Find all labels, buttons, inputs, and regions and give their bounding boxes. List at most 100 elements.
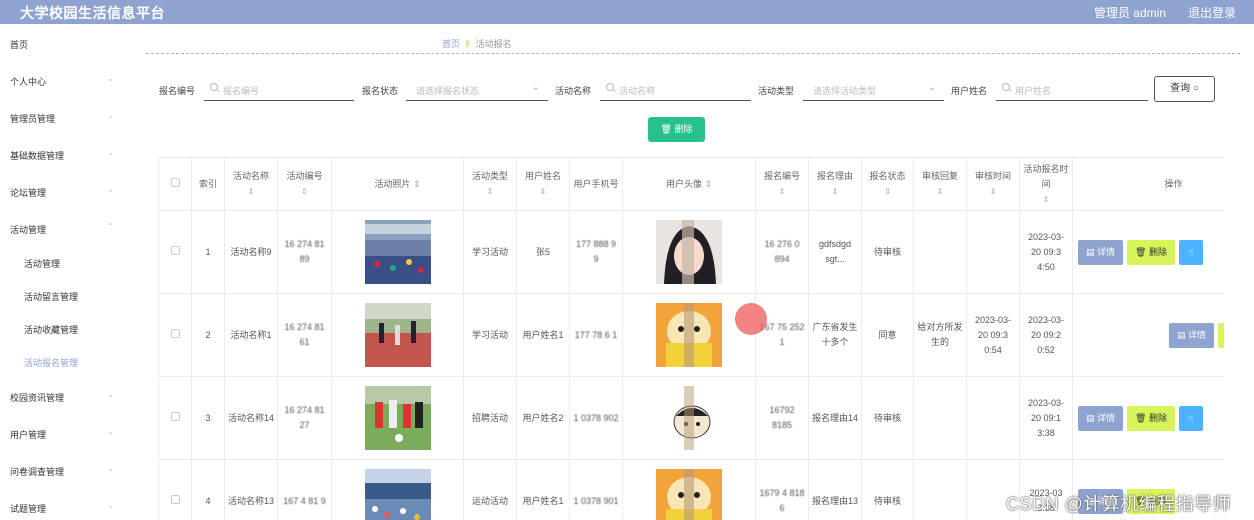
- sort-icon[interactable]: ⇕: [281, 184, 328, 199]
- bulk-delete-button[interactable]: 🗑 删除: [648, 117, 705, 142]
- detail-button[interactable]: ▤ 详情: [1168, 322, 1215, 348]
- sidebar-item-questions[interactable]: 试题管理 ⌄: [0, 498, 128, 518]
- sidebar-item-survey[interactable]: 问卷调查管理 ⌄: [0, 461, 128, 481]
- sidebar-item-activity[interactable]: 活动管理 ⌃: [0, 219, 128, 239]
- activity-photo-image[interactable]: [364, 469, 431, 520]
- signup-status-select[interactable]: 请选择报名状态 ⌄: [406, 78, 548, 101]
- sidebar-item-basic-data[interactable]: 基础数据管理 ⌄: [0, 145, 128, 165]
- sidebar: 首页 个人中心 ⌄ 管理员管理 ⌄ 基础数据管理 ⌄ 论坛管理 ⌄ 活动管理 ⌃ 活动管理…: [0, 24, 128, 520]
- col-signup-time[interactable]: 活动报名时间 ⇕: [1019, 157, 1073, 211]
- chevron-down-icon: ⌄: [531, 82, 540, 93]
- cell-activity-photo: [331, 376, 464, 460]
- cell-activity-name: 活动名称14: [224, 376, 278, 460]
- sidebar-item-admin[interactable]: 管理员管理 ⌄: [0, 108, 128, 128]
- logout-link[interactable]: 退出登录: [1188, 4, 1236, 21]
- col-activity-photo[interactable]: 活动照片 ⇕: [331, 157, 464, 211]
- col-review-time[interactable]: 审核时间 ⇕: [966, 157, 1020, 211]
- cell-index: 1: [191, 210, 225, 294]
- user-avatar-image[interactable]: [656, 469, 722, 520]
- sort-icon[interactable]: ⇕: [520, 184, 566, 199]
- delete-button[interactable]: 🗑 删除: [1127, 239, 1176, 265]
- col-activity-no[interactable]: 活动编号 ⇕: [277, 157, 332, 211]
- activity-name-input[interactable]: 活动名称: [600, 78, 751, 101]
- hand-pointer-button[interactable]: ☝: [1179, 239, 1204, 265]
- watermark: CSDN @计算机编程指导师: [1006, 494, 1232, 514]
- col-signup-no[interactable]: 报名编号 ⇕: [755, 157, 809, 211]
- cell-signup-status: 待审核: [861, 210, 914, 294]
- sort-icon[interactable]: ⇕: [704, 179, 712, 189]
- cell-user-avatar: [622, 459, 756, 520]
- current-user[interactable]: 管理员 admin: [1094, 4, 1166, 21]
- sort-icon[interactable]: ⇕: [865, 184, 910, 199]
- col-activity-name[interactable]: 活动名称 ⇕: [224, 157, 278, 211]
- detail-button[interactable]: ▤ 详情: [1078, 239, 1124, 265]
- sidebar-item-forum[interactable]: 论坛管理 ⌄: [0, 182, 128, 202]
- user-name-input[interactable]: 用户姓名: [996, 78, 1148, 101]
- cell-user-avatar: [622, 376, 756, 460]
- col-user-avatar[interactable]: 用户头像 ⇕: [622, 157, 756, 211]
- cell-signup-reason: 报名理由14: [808, 376, 862, 460]
- table-row: 2 活动名称1 16 274 81 61 学习活动 用户姓名1 177 78 6…: [158, 293, 1224, 377]
- filter-label-activity-name: 活动名称: [555, 86, 592, 96]
- sort-icon[interactable]: ⇕: [413, 179, 421, 189]
- cell-signup-no: 16792 8185: [755, 376, 809, 460]
- col-user-phone[interactable]: 用户手机号: [569, 157, 623, 211]
- activity-type-select[interactable]: 请选择活动类型 ⌄: [803, 78, 944, 101]
- filter-label-user-name: 用户姓名: [951, 86, 988, 96]
- sort-icon[interactable]: ⇕: [812, 184, 858, 199]
- col-activity-type[interactable]: 活动类型 ⇕: [463, 157, 517, 211]
- sort-icon[interactable]: ⇕: [970, 184, 1016, 199]
- hand-pointer-icon: ☝: [1188, 246, 1194, 257]
- signup-no-input[interactable]: 报名编号: [204, 78, 354, 101]
- sort-icon[interactable]: ⇕: [917, 184, 963, 199]
- activity-photo-image[interactable]: [364, 303, 431, 367]
- sidebar-item-users[interactable]: 用户管理 ⌄: [0, 424, 128, 444]
- sort-icon[interactable]: ⇕: [228, 184, 274, 199]
- table-header-row: 索引 活动名称 ⇕ 活动编号 ⇕ 活动照片 ⇕ 活动类型 ⇕ 用户姓名 ⇕ 用户手机号 …: [158, 157, 1224, 211]
- table-row: 1 活动名称9 16 274 81 89 学习活动 张5 177 888 9 9…: [158, 210, 1224, 294]
- row-checkbox[interactable]: [158, 210, 192, 294]
- hand-pointer-button[interactable]: ☝: [1179, 405, 1204, 431]
- cell-signup-reason: gdfsdgd sgt...: [808, 210, 862, 294]
- cell-review-reply: [913, 210, 967, 294]
- cell-index: 4: [191, 459, 225, 520]
- delete-button[interactable]: 🗑 删除: [1218, 322, 1224, 348]
- row-checkbox[interactable]: [158, 459, 192, 520]
- user-avatar-image[interactable]: [656, 220, 722, 284]
- user-avatar-image[interactable]: [656, 386, 722, 450]
- col-user-name[interactable]: 用户姓名 ⇕: [516, 157, 570, 211]
- cell-review-reply: 给对方所发生的: [913, 293, 967, 377]
- col-signup-status[interactable]: 报名状态 ⇕: [861, 157, 914, 211]
- chevron-up-icon: ⌃: [107, 222, 114, 231]
- row-checkbox[interactable]: [158, 376, 192, 460]
- sidebar-subitem-activity-message[interactable]: 活动留言管理: [0, 286, 128, 306]
- sidebar-subitem-activity-favorite[interactable]: 活动收藏管理: [0, 319, 128, 339]
- sidebar-item-news[interactable]: 校园资讯管理 ⌄: [0, 387, 128, 407]
- sidebar-subitem-activity[interactable]: 活动管理: [0, 253, 128, 273]
- filter-label-activity-type: 活动类型: [758, 86, 795, 96]
- search-icon: ○: [1192, 83, 1199, 94]
- select-all-checkbox[interactable]: [158, 157, 192, 211]
- activity-photo-image[interactable]: [364, 220, 431, 284]
- cell-review-time: [966, 210, 1020, 294]
- sidebar-item-home[interactable]: 首页: [0, 34, 128, 54]
- query-button[interactable]: 查询 ○: [1154, 76, 1215, 102]
- sort-icon[interactable]: ⇕: [1023, 192, 1069, 207]
- cell-signup-no: 16 276 0 894: [755, 210, 809, 294]
- user-avatar-image[interactable]: [656, 303, 722, 367]
- sort-icon[interactable]: ⇕: [467, 184, 513, 199]
- row-checkbox[interactable]: [158, 293, 192, 377]
- delete-button[interactable]: 🗑 删除: [1127, 405, 1176, 431]
- activity-photo-image[interactable]: [364, 386, 431, 450]
- table-row: 3 活动名称14 16 274 81 27 招聘活动 用户姓名2 1 0378 …: [158, 376, 1224, 460]
- sidebar-subitem-activity-signup[interactable]: 活动报名管理: [0, 352, 128, 372]
- sidebar-item-profile[interactable]: 个人中心 ⌄: [0, 71, 128, 91]
- breadcrumb-home[interactable]: 首页: [442, 39, 460, 49]
- cell-signup-status: 待审核: [861, 459, 914, 520]
- col-review-reply[interactable]: 审核回复 ⇕: [913, 157, 967, 211]
- cell-activity-name: 活动名称9: [224, 210, 278, 294]
- col-signup-reason[interactable]: 报名理由 ⇕: [808, 157, 862, 211]
- breadcrumb-current: 活动报名: [475, 39, 512, 49]
- detail-button[interactable]: ▤ 详情: [1078, 405, 1124, 431]
- sort-icon[interactable]: ⇕: [759, 184, 805, 199]
